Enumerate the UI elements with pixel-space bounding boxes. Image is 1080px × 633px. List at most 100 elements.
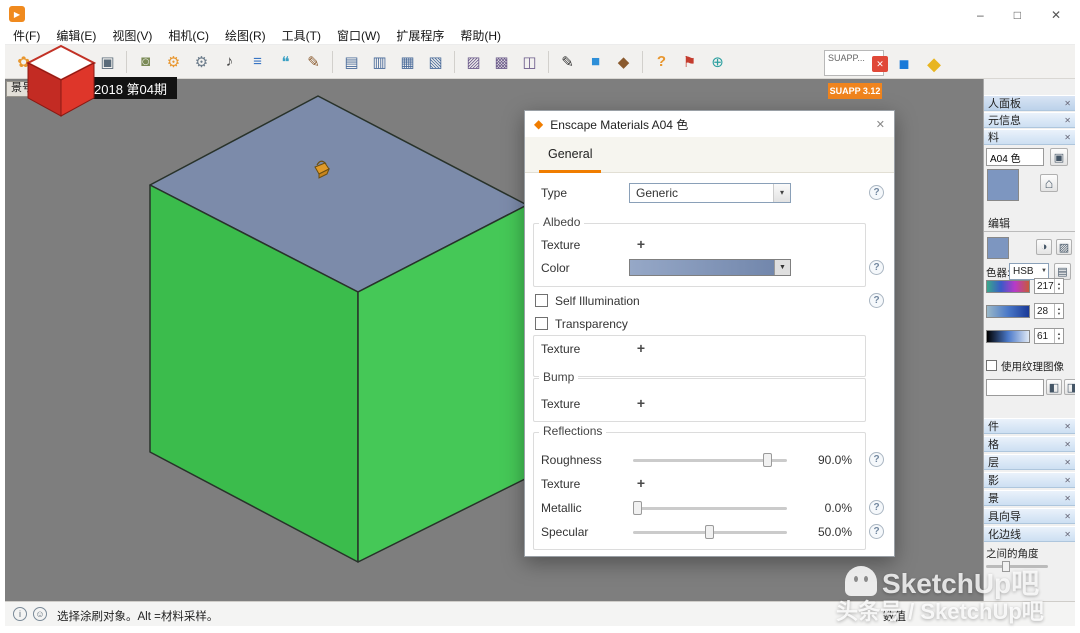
hue-spin-arrows[interactable]: ▲ ▼ [1054,279,1063,293]
edit-texture-button[interactable]: ◨ [1064,379,1075,395]
reflections-add-texture-button[interactable]: + [633,475,649,491]
entity-info-close-icon[interactable]: ✕ [1064,116,1071,125]
components-close-icon[interactable]: ✕ [1064,422,1071,431]
gray-gear-icon[interactable]: ⚙ [189,49,214,74]
tray-header[interactable]: 人面板 ✕ [984,95,1075,111]
albedo-add-texture-button[interactable]: + [633,236,649,252]
enscape-start-icon[interactable]: ■ [891,51,917,77]
roughness-thumb[interactable] [763,453,772,467]
brightness-spinner[interactable]: 61 ▲ ▼ [1034,328,1064,344]
browse-texture-button[interactable]: ◧ [1046,379,1062,395]
tab-edit[interactable]: 编辑 [988,215,1010,231]
menu-view[interactable]: 视图(V) [112,27,152,44]
panel-view-3-icon[interactable]: ▦ [395,49,420,74]
panel-shadows[interactable]: 影 ✕ [984,472,1075,488]
saturation-spinner[interactable]: 28 ▲ ▼ [1034,303,1064,319]
compass-icon[interactable]: ⊕ [705,49,730,74]
soften-edges-close-icon[interactable]: ✕ [1064,530,1071,539]
image-export-1-icon[interactable]: ▨ [461,49,486,74]
panel-instructor[interactable]: 具向导 ✕ [984,508,1075,524]
suapp-close-button[interactable]: ✕ [872,56,888,72]
panel-view-2-icon[interactable]: ▥ [367,49,392,74]
instructor-close-icon[interactable]: ✕ [1064,512,1071,521]
transparency-checkbox[interactable] [535,317,548,330]
brightness-slider[interactable] [986,330,1030,343]
walkthrough-icon[interactable]: ⚑ [677,49,702,74]
hue-spinner[interactable]: 217 ▲ ▼ [1034,278,1064,294]
enscape-hexagon-icon[interactable]: ◆ [921,51,947,77]
panel-soften-edges[interactable]: 化边线 ✕ [984,526,1075,542]
material-preview-swatch[interactable] [987,169,1019,201]
dialog-close-icon[interactable]: ✕ [876,118,885,131]
speaker-icon[interactable]: ♪ [217,49,242,74]
image-export-2-icon[interactable]: ▩ [489,49,514,74]
list-icon[interactable]: ≡ [245,49,270,74]
dialog-titlebar[interactable]: ◆ Enscape Materials A04 色 ✕ [525,111,894,137]
info-icon[interactable]: i [13,607,27,621]
tray-close-icon[interactable]: ✕ [1064,99,1071,108]
chat-bubble-icon[interactable]: ❝ [273,49,298,74]
saturation-slider[interactable] [986,305,1030,318]
orange-gear-icon[interactable]: ⚙ [161,49,186,74]
panel-styles[interactable]: 格 ✕ [984,436,1075,452]
stamp-icon[interactable]: ◙ [133,49,158,74]
metallic-help-icon[interactable]: ? [869,500,884,515]
screen-pick-button[interactable]: ▨ [1056,239,1072,255]
specular-thumb[interactable] [705,525,714,539]
menu-draw[interactable]: 绘图(R) [225,27,266,44]
menu-tools[interactable]: 工具(T) [282,27,321,44]
specular-slider[interactable] [633,524,787,540]
soften-slider-track[interactable] [986,565,1048,568]
menu-extensions[interactable]: 扩展程序 [396,27,444,44]
pencil-icon[interactable]: ✎ [555,49,580,74]
metallic-slider[interactable] [633,500,787,516]
material-cube-icon[interactable]: ◆ [611,49,636,74]
roughness-slider[interactable] [633,452,787,468]
close-button[interactable]: ✕ [1051,8,1061,22]
material-name-input[interactable] [986,148,1044,166]
display-pane-button[interactable]: ▣ [1050,148,1068,166]
menu-edit[interactable]: 编辑(E) [56,27,96,44]
panel-layers[interactable]: 层 ✕ [984,454,1075,470]
minimize-button[interactable]: – [977,8,984,22]
tab-general[interactable]: General [539,137,602,173]
scenes-close-icon[interactable]: ✕ [1064,494,1071,503]
soften-slider-thumb[interactable] [1002,561,1010,572]
type-help-icon[interactable]: ? [869,185,884,200]
sample-in-model-button[interactable]: ⌂ [1040,174,1058,192]
suapp-version-badge[interactable]: SUAPP 3.12 [828,83,882,99]
credits-icon[interactable]: ☺ [33,607,47,621]
bump-add-texture-button[interactable]: + [633,395,649,411]
saturation-spin-arrows[interactable]: ▲ ▼ [1054,304,1063,318]
panel-view-4-icon[interactable]: ▧ [423,49,448,74]
self-illumination-checkbox[interactable] [535,294,548,307]
panel-entity-info[interactable]: 元信息 ✕ [984,112,1075,128]
menu-help[interactable]: 帮助(H) [460,27,501,44]
color-wheel-button[interactable]: ◑ [1036,239,1052,255]
shadows-close-icon[interactable]: ✕ [1064,476,1071,485]
type-dropdown[interactable]: Generic ▾ [629,183,791,203]
menu-file[interactable]: 件(F) [13,27,40,44]
maximize-button[interactable]: □ [1014,8,1021,22]
use-texture-checkbox[interactable] [986,360,997,371]
panel-materials[interactable]: 料 ✕ [984,129,1075,145]
help-icon[interactable]: ? [649,49,674,74]
styles-close-icon[interactable]: ✕ [1064,440,1071,449]
albedo-color-help-icon[interactable]: ? [869,260,884,275]
hue-slider[interactable] [986,280,1030,293]
brightness-spin-arrows[interactable]: ▲ ▼ [1054,329,1063,343]
texture-file-input[interactable] [986,379,1044,396]
roughness-help-icon[interactable]: ? [869,452,884,467]
panel-view-1-icon[interactable]: ▤ [339,49,364,74]
transparency-add-texture-button[interactable]: + [633,340,649,356]
layers-close-icon[interactable]: ✕ [1064,458,1071,467]
edit-color-thumb[interactable] [987,237,1009,259]
metallic-thumb[interactable] [633,501,642,515]
specular-help-icon[interactable]: ? [869,524,884,539]
panel-components[interactable]: 件 ✕ [984,418,1075,434]
albedo-color-swatch[interactable]: ▼ [629,259,791,276]
panel-scenes[interactable]: 景 ✕ [984,490,1075,506]
self-illumination-help-icon[interactable]: ? [869,293,884,308]
materials-close-icon[interactable]: ✕ [1064,133,1071,142]
menu-camera[interactable]: 相机(C) [168,27,209,44]
